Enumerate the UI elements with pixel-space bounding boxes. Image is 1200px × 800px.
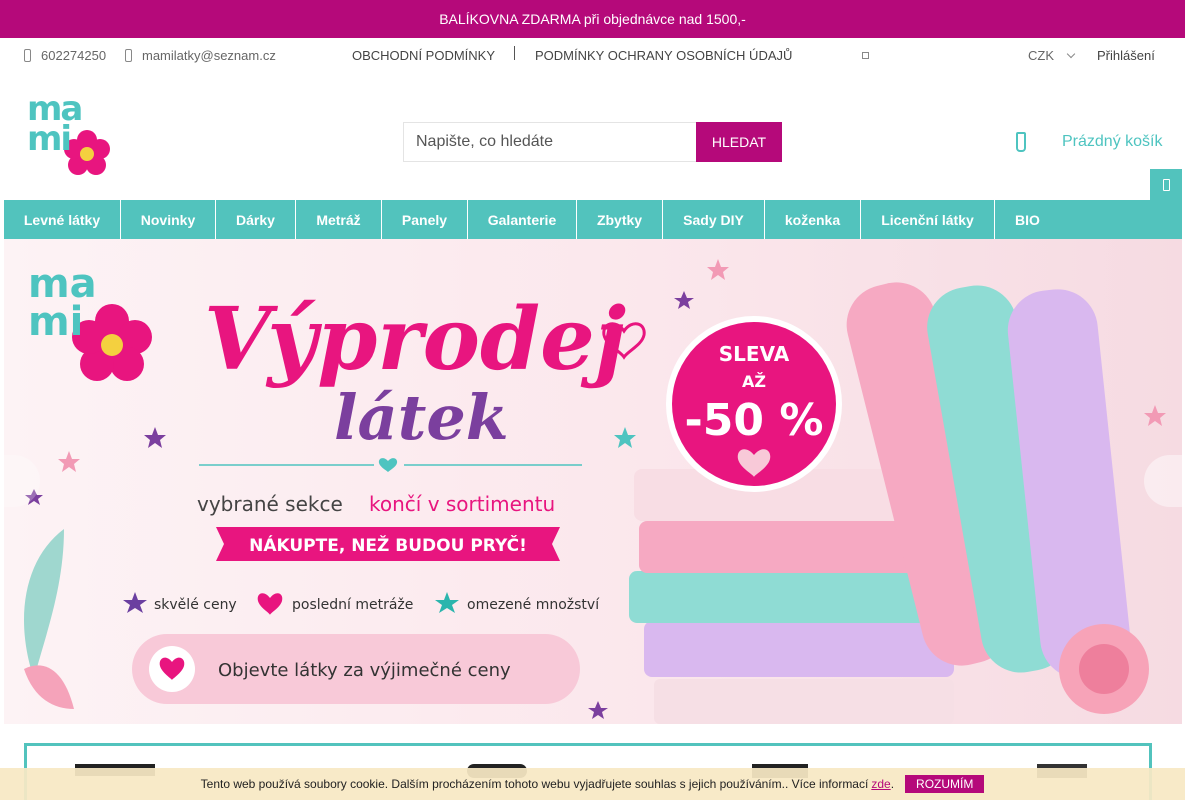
cookie-bar: Tento web používá soubory cookie. Dalším… (0, 768, 1185, 800)
nav-item-levne-latky[interactable]: Levné látky (4, 200, 121, 239)
cookie-accept-button[interactable]: ROZUMÍM (905, 775, 985, 793)
nav-item-bio[interactable]: BIO (995, 200, 1060, 239)
nav-item-novinky[interactable]: Novinky (121, 200, 216, 239)
nav-item-darky[interactable]: Dárky (216, 200, 296, 239)
phone-icon (1162, 178, 1170, 191)
nav-item-kozenka[interactable]: koženka (765, 200, 861, 239)
hero-logo-flower-icon (72, 304, 152, 381)
feature-last-meters: poslední metráže (292, 597, 413, 613)
phone-number: 602274250 (41, 47, 107, 63)
badge-line-3: -50 % (685, 395, 824, 446)
search-input[interactable] (403, 122, 696, 162)
hero-subtitle: vybrané sekce (197, 492, 343, 516)
currency-label: CZK (1028, 47, 1054, 63)
cart-icon (1016, 132, 1026, 152)
chevron-down-icon (1066, 49, 1076, 58)
badge-line-1: SLEVA (719, 342, 790, 366)
hero-cta: Objevte látky za výjimečné ceny (218, 660, 511, 681)
nav-item-sady-diy[interactable]: Sady DIY (663, 200, 765, 239)
phone-contact[interactable]: 602274250 (24, 38, 106, 72)
logo-text-bottom: mi (27, 119, 72, 159)
nav-item-panely[interactable]: Panely (382, 200, 468, 239)
cart-label: Prázdný košík (1062, 133, 1163, 150)
hero-subtitle-accent: končí v sortimentu (369, 492, 555, 516)
login-link[interactable]: Přihlášení (1097, 38, 1155, 72)
badge-line-2: AŽ (742, 372, 766, 391)
nav-item-zbytky[interactable]: Zbytky (577, 200, 663, 239)
hero-ribbon: NÁKUPTE, NEŽ BUDOU PRYČ! (249, 534, 527, 556)
feature-great-prices: skvělé ceny (154, 597, 237, 613)
currency-selector[interactable]: CZK (1028, 38, 1076, 72)
nav-item-galanterie[interactable]: Galanterie (468, 200, 577, 239)
privacy-link[interactable]: PODMÍNKY OCHRANY OSOBNÍCH ÚDAJŮ (535, 38, 792, 72)
hero-logo-bottom: mi (28, 299, 83, 345)
top-utility-bar: 602274250 mamilatky@seznam.cz OBCHODNÍ P… (0, 38, 1185, 72)
main-navigation: Levné látky Novinky Dárky Metráž Panely … (4, 200, 1182, 239)
nav-item-licencni-latky[interactable]: Licenční látky (861, 200, 995, 239)
hero-artwork: ma mi Výprodej látek vybrané sekce končí… (24, 259, 1166, 724)
feature-limited-qty: omezené množství (467, 597, 600, 613)
cart-widget[interactable]: Prázdný košík (1012, 128, 1162, 156)
more-icon[interactable] (862, 38, 869, 72)
divider (514, 46, 515, 60)
search-bar: HLEDAT (403, 122, 782, 162)
promo-banner: BALÍKOVNA ZDARMA při objednávce nad 1500… (0, 0, 1185, 38)
mobile-menu-button[interactable] (1150, 169, 1182, 200)
search-button[interactable]: HLEDAT (696, 122, 782, 162)
hero-title: Výprodej (204, 289, 626, 390)
nav-item-metraz[interactable]: Metráž (296, 200, 382, 239)
mail-icon (125, 48, 132, 62)
email-address: mamilatky@seznam.cz (142, 47, 276, 63)
hero-title-2: látek (334, 381, 509, 454)
cookie-text: Tento web používá soubory cookie. Dalším… (200, 777, 869, 791)
promo-text: BALÍKOVNA ZDARMA při objednávce nad 1500… (439, 11, 746, 27)
phone-icon (24, 48, 31, 62)
site-logo[interactable]: ma mi (25, 92, 125, 188)
terms-link[interactable]: OBCHODNÍ PODMÍNKY (352, 38, 495, 72)
email-contact[interactable]: mamilatky@seznam.cz (125, 38, 276, 72)
cookie-period: . (890, 777, 895, 791)
hero-banner[interactable]: ma mi Výprodej látek vybrané sekce končí… (4, 239, 1182, 724)
cookie-more-link[interactable]: zde (871, 777, 890, 791)
